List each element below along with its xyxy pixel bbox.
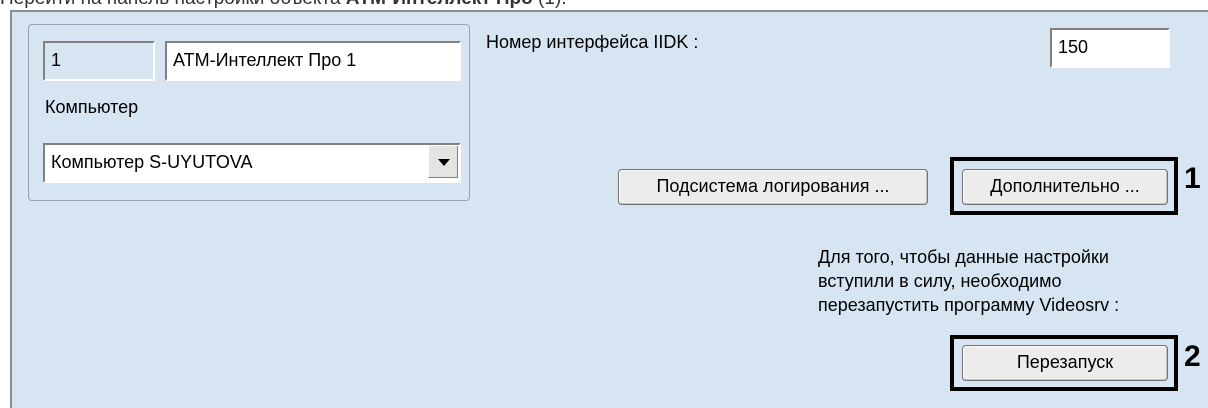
restart-note-line2: вступили в силу, необходимо bbox=[818, 271, 1062, 291]
object-group: 1 АТМ-Интеллект Про 1 Компьютер Компьюте… bbox=[28, 24, 470, 201]
instruction-prefix: Перейти на панель настройки объекта bbox=[0, 0, 346, 9]
object-name-field[interactable]: АТМ-Интеллект Про 1 bbox=[165, 41, 461, 81]
computer-select-value: Компьютер S-UYUTOVA bbox=[51, 152, 253, 172]
computer-label: Компьютер bbox=[45, 97, 139, 117]
instruction-object-name: АТМ-Интеллект Про bbox=[346, 0, 533, 9]
instruction-text: Перейти на панель настройки объекта АТМ-… bbox=[0, 0, 1208, 10]
callout-marker-1: 1 bbox=[1184, 162, 1201, 195]
computer-select[interactable]: Компьютер S-UYUTOVA bbox=[43, 143, 461, 183]
restart-note-line1: Для того, чтобы данные настройки bbox=[818, 247, 1109, 267]
restart-note-line3: перезапустить программу Videosrv : bbox=[818, 295, 1120, 315]
logging-subsystem-button[interactable]: Подсистема логирования ... bbox=[618, 169, 928, 205]
advanced-button[interactable]: Дополнительно ... bbox=[962, 169, 1168, 205]
restart-button[interactable]: Перезапуск bbox=[962, 345, 1168, 381]
callout-marker-2: 2 bbox=[1184, 340, 1201, 373]
object-id-field[interactable]: 1 bbox=[43, 41, 155, 81]
iidk-number-field[interactable]: 150 bbox=[1050, 28, 1170, 68]
instruction-suffix: (1). bbox=[533, 0, 567, 9]
iidk-label: Номер интерфейса IIDK : bbox=[486, 32, 699, 52]
settings-panel: 1 АТМ-Интеллект Про 1 Компьютер Компьюте… bbox=[10, 10, 1208, 408]
chevron-down-icon[interactable] bbox=[428, 146, 458, 178]
